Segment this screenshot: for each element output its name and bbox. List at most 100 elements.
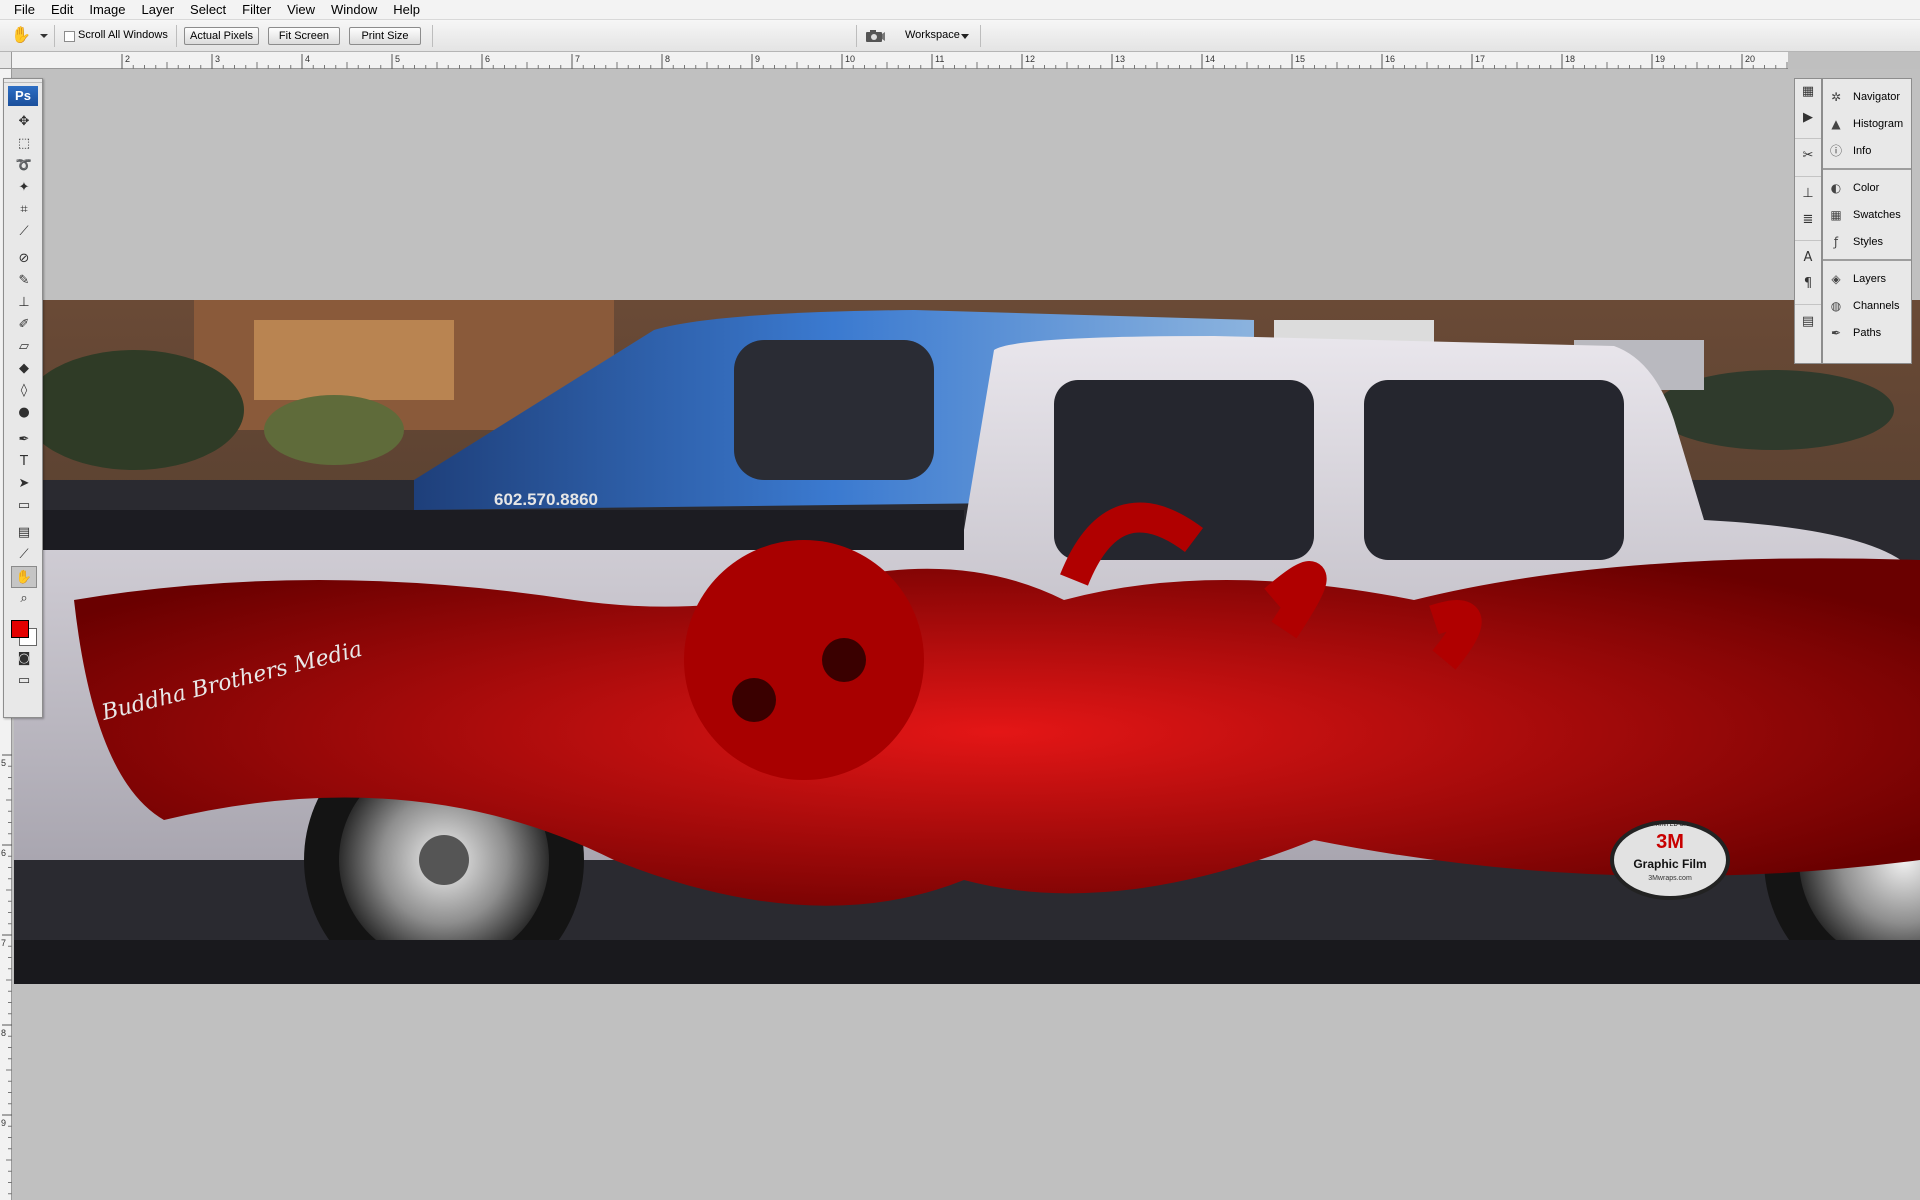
- panel-group-color: ◐ Color ▦ Swatches ƒ Styles: [1823, 170, 1911, 261]
- swatches-icon: ▦: [1830, 207, 1842, 222]
- panel-label: Swatches: [1853, 208, 1901, 221]
- magic-wand-tool-icon[interactable]: ✦: [4, 177, 44, 199]
- blur-tool-icon[interactable]: ◊: [4, 380, 44, 402]
- ruler-tick-label: 17: [1475, 54, 1485, 64]
- options-separator: [856, 25, 857, 47]
- truck-wrap-artwork: 602.570.8860 Buddha Brothers Media PRINT…: [14, 300, 1920, 984]
- paint-bucket-tool-icon[interactable]: ◆: [4, 358, 44, 380]
- type-tool-icon[interactable]: T: [4, 451, 44, 473]
- horizontal-ruler[interactable]: 23456789101112131415161718192021: [12, 52, 1788, 69]
- document-image[interactable]: 602.570.8860 Buddha Brothers Media PRINT…: [14, 300, 1920, 984]
- menu-layer[interactable]: Layer: [134, 0, 183, 20]
- options-separator: [54, 25, 55, 47]
- actual-pixels-button[interactable]: Actual Pixels: [184, 27, 259, 45]
- panel-label: Paths: [1853, 326, 1882, 339]
- ruler-tick-label: 4: [305, 54, 310, 64]
- brush-tool-icon[interactable]: ✎: [4, 270, 44, 292]
- ruler-tick-label: 12: [1025, 54, 1035, 64]
- document-camera-icon[interactable]: [864, 28, 886, 44]
- panel-swatches[interactable]: ▦ Swatches: [1823, 201, 1911, 228]
- panel-label: Channels: [1853, 299, 1900, 312]
- chevron-down-icon[interactable]: [961, 34, 969, 39]
- tool-presets-panel-icon[interactable]: ✂: [1795, 143, 1821, 169]
- styles-icon: ƒ: [1833, 234, 1839, 249]
- healing-brush-tool-icon[interactable]: ⊘: [4, 248, 44, 270]
- panel-histogram[interactable]: ▲ Histogram: [1823, 110, 1911, 137]
- ruler-tick-label: 13: [1115, 54, 1125, 64]
- move-tool-icon[interactable]: ✥: [4, 111, 44, 133]
- ruler-tick-label: 7: [1, 938, 6, 948]
- actions-panel-icon[interactable]: ▶: [1795, 105, 1821, 131]
- panel-layers[interactable]: ◈ Layers: [1823, 265, 1911, 292]
- paths-icon: ✒: [1830, 325, 1842, 340]
- zoom-tool-icon[interactable]: ⌕: [4, 588, 44, 610]
- eraser-tool-icon[interactable]: ▱: [4, 336, 44, 358]
- notes-tool-icon[interactable]: ▤: [4, 522, 44, 544]
- lasso-tool-icon[interactable]: ➰: [4, 155, 44, 177]
- notes-panel-icon[interactable]: ▤: [1795, 309, 1821, 335]
- ruler-tick-label: 6: [1, 848, 6, 858]
- histogram-icon: ▲: [1831, 116, 1841, 131]
- panel-paths[interactable]: ✒ Paths: [1823, 319, 1911, 346]
- brushes-panel-icon[interactable]: ▦: [1795, 79, 1821, 105]
- panel-label: Layers: [1853, 272, 1887, 285]
- tools-panel-grip[interactable]: [4, 79, 42, 83]
- foreground-color-swatch[interactable]: [11, 620, 29, 638]
- photoshop-logo[interactable]: Ps: [8, 86, 38, 106]
- phone-number-text: 602.570.8860: [494, 490, 598, 509]
- menu-select[interactable]: Select: [182, 0, 234, 20]
- panel-label: Histogram: [1853, 117, 1904, 130]
- scroll-all-windows-checkbox[interactable]: [64, 31, 75, 42]
- paragraph-panel-icon[interactable]: ¶: [1795, 271, 1821, 297]
- clone-stamp-tool-icon[interactable]: ⊥: [4, 292, 44, 314]
- marquee-tool-icon[interactable]: ⬚: [4, 133, 44, 155]
- panel-label: Info: [1853, 144, 1872, 157]
- eyedropper-tool-icon[interactable]: ⟋: [4, 544, 44, 566]
- quick-mask-icon[interactable]: ◙: [4, 648, 44, 670]
- panel-dock-icons: ▦ ▶ ✂ ⊥ ≣ A ¶ ▤: [1794, 78, 1822, 364]
- menu-edit[interactable]: Edit: [43, 0, 81, 20]
- hand-tool-icon[interactable]: ✋: [10, 25, 32, 47]
- ruler-tick-label: 18: [1565, 54, 1575, 64]
- history-brush-tool-icon[interactable]: ✐: [4, 314, 44, 336]
- screen-mode-icon[interactable]: ▭: [4, 670, 44, 692]
- layer-comps-panel-icon[interactable]: ≣: [1795, 207, 1821, 233]
- navigator-icon: ✲: [1830, 89, 1842, 104]
- path-selection-tool-icon[interactable]: ➤: [4, 473, 44, 495]
- fit-screen-button[interactable]: Fit Screen: [268, 27, 340, 45]
- panel-navigator[interactable]: ✲ Navigator: [1823, 83, 1911, 110]
- shape-tool-icon[interactable]: ▭: [4, 495, 44, 517]
- pen-tool-icon[interactable]: ✒: [4, 429, 44, 451]
- panel-styles[interactable]: ƒ Styles: [1823, 228, 1911, 255]
- character-panel-icon[interactable]: A: [1795, 245, 1821, 271]
- menu-filter[interactable]: Filter: [234, 0, 279, 20]
- ruler-tick-label: 11: [935, 54, 944, 64]
- clone-source-panel-icon[interactable]: ⊥: [1795, 181, 1821, 207]
- menu-view[interactable]: View: [279, 0, 323, 20]
- menu-help[interactable]: Help: [385, 0, 428, 20]
- panel-list: ✲ Navigator ▲ Histogram ⓘ Info ◐ Color ▦ Swat…: [1822, 78, 1912, 364]
- badge-site-text: 3Mwraps.com: [1648, 875, 1692, 882]
- print-size-button[interactable]: Print Size: [349, 27, 421, 45]
- tool-preset-dropdown[interactable]: [40, 34, 48, 38]
- panel-channels[interactable]: ◍ Channels: [1823, 292, 1911, 319]
- ruler-tick-label: 8: [1, 1028, 6, 1038]
- dodge-tool-icon[interactable]: ●: [4, 402, 44, 424]
- menu-image[interactable]: Image: [81, 0, 133, 20]
- hand-tool-icon[interactable]: ✋: [11, 566, 37, 588]
- panel-info[interactable]: ⓘ Info: [1823, 137, 1911, 164]
- slice-tool-icon[interactable]: ⟋: [4, 221, 44, 243]
- menu-file[interactable]: File: [6, 0, 43, 20]
- ruler-tick-label: 19: [1655, 54, 1665, 64]
- ruler-tick-label: 5: [1, 758, 6, 768]
- ruler-tick-label: 20: [1745, 54, 1755, 64]
- panel-group-layers: ◈ Layers ◍ Channels ✒ Paths: [1823, 261, 1911, 350]
- menu-window[interactable]: Window: [323, 0, 385, 20]
- ruler-tick-label: 8: [665, 54, 670, 64]
- panel-color[interactable]: ◐ Color: [1823, 174, 1911, 201]
- color-icon: ◐: [1830, 180, 1842, 195]
- ruler-origin[interactable]: [0, 52, 12, 69]
- layers-icon: ◈: [1831, 271, 1841, 286]
- workspace-menu[interactable]: Workspace: [905, 29, 960, 41]
- crop-tool-icon[interactable]: ⌗: [4, 199, 44, 221]
